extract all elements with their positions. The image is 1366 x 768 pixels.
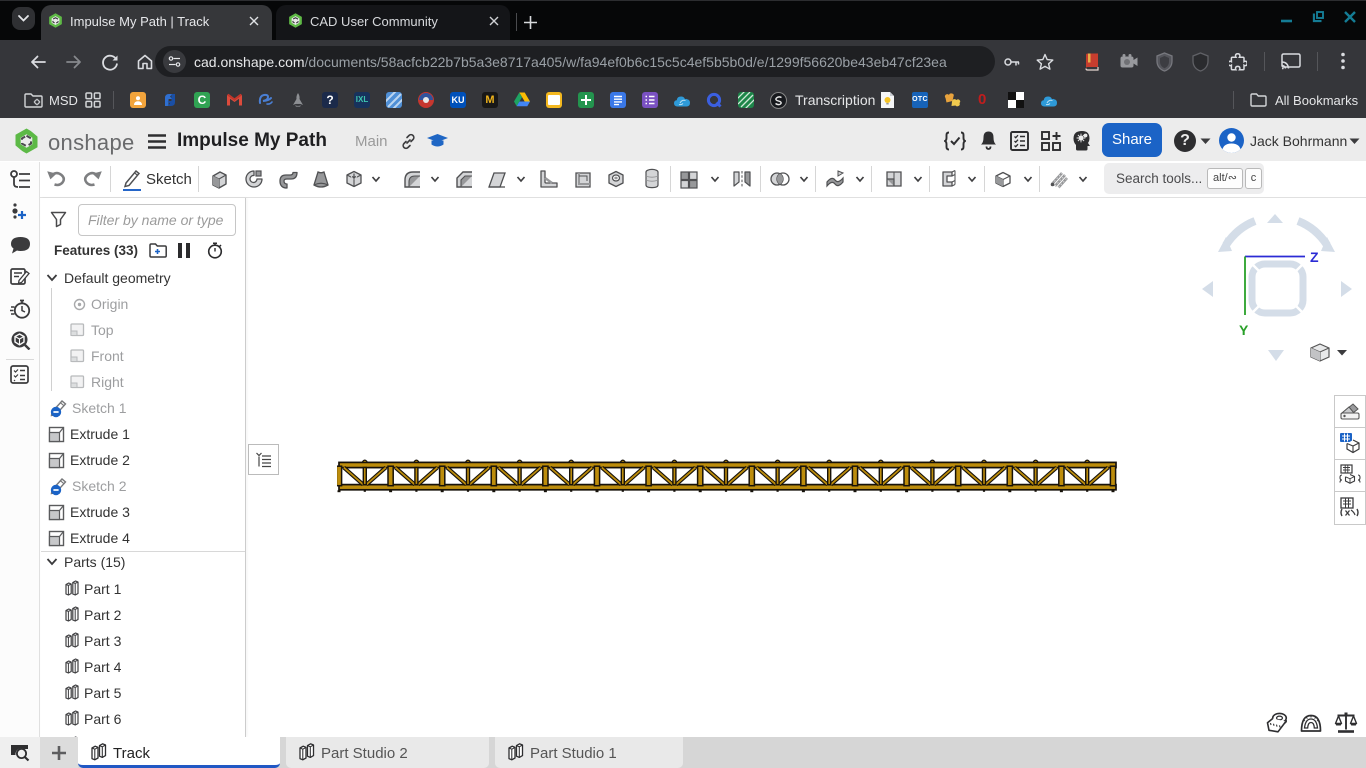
svg-text:Y: Y <box>1239 322 1249 338</box>
svg-text:Z: Z <box>1310 249 1319 265</box>
